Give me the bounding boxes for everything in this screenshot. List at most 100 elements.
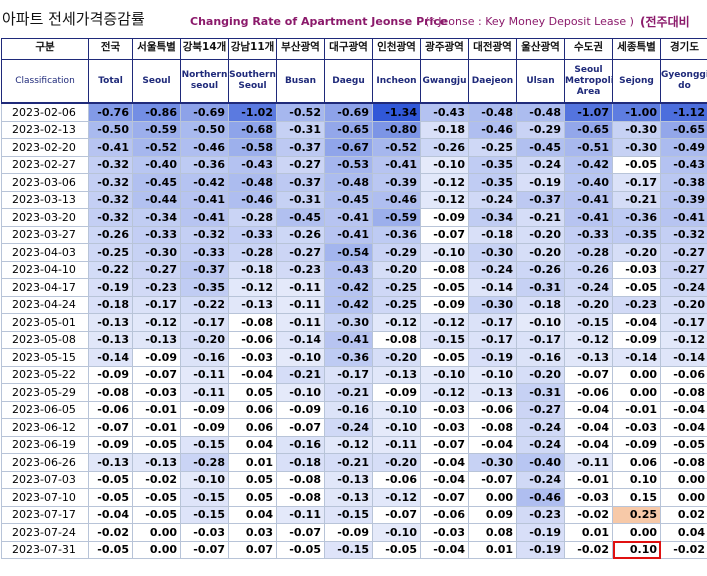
row-date: 2023-07-03	[1, 470, 89, 489]
value-cell: -0.24	[468, 260, 517, 279]
value-cell: -0.04	[420, 540, 469, 559]
value-cell: -0.18	[88, 295, 133, 314]
value-cell: -0.07	[468, 470, 517, 489]
value-cell: -0.41	[180, 208, 229, 227]
value-cell: -0.10	[372, 418, 421, 437]
title-english: Changing Rate of Apartment Jeonse Price	[190, 15, 448, 28]
value-cell: -0.49	[660, 138, 707, 157]
column-header-english: Northern seoul	[180, 59, 229, 104]
value-cell: -0.10	[468, 365, 517, 384]
value-cell: -0.23	[132, 278, 181, 297]
value-cell: -0.42	[324, 295, 373, 314]
value-cell: 0.00	[660, 488, 707, 507]
value-cell: -0.69	[324, 102, 373, 122]
column-header-english: Gwangju	[420, 59, 469, 104]
value-cell: -0.06	[228, 330, 277, 349]
value-cell: -0.09	[180, 400, 229, 419]
value-cell: -0.30	[468, 243, 517, 262]
value-cell: 0.05	[228, 488, 277, 507]
row-date: 2023-02-27	[1, 155, 89, 174]
value-cell: -0.35	[468, 155, 517, 174]
value-cell: -0.05	[88, 540, 133, 559]
value-cell: -0.32	[88, 208, 133, 227]
value-cell: -0.11	[180, 365, 229, 384]
value-cell: -0.26	[276, 225, 325, 244]
value-cell: 0.02	[660, 505, 707, 524]
value-cell: -0.30	[132, 243, 181, 262]
value-cell: -0.09	[612, 435, 661, 454]
value-cell: -0.13	[324, 488, 373, 507]
value-cell: -0.24	[564, 278, 613, 297]
value-cell: -0.48	[468, 102, 517, 122]
value-cell: 0.04	[660, 523, 707, 542]
value-cell: -0.65	[324, 120, 373, 139]
value-cell: -0.30	[468, 453, 517, 472]
value-cell: -0.04	[228, 365, 277, 384]
value-cell: -0.09	[324, 523, 373, 542]
value-cell: -0.04	[660, 400, 707, 419]
value-cell: -0.31	[516, 278, 565, 297]
table-body: 2023-02-06 -0.76 -0.86 -0.69 -1.02 -0.52 -0.69…	[1, 102, 707, 559]
value-cell: -0.52	[132, 138, 181, 157]
value-cell: 0.00	[132, 523, 181, 542]
value-cell: -0.46	[180, 138, 229, 157]
value-cell: -0.24	[516, 470, 565, 489]
value-cell: -0.41	[660, 208, 707, 227]
value-cell: -0.03	[228, 348, 277, 367]
title-korean: 아파트 전세가격증감률	[2, 10, 145, 28]
value-cell: -0.52	[372, 138, 421, 157]
table-row: 2023-05-29 -0.08 -0.03 -0.11 0.05 -0.10 -0.21-…	[1, 383, 707, 402]
value-cell: -0.09	[132, 348, 181, 367]
table-row: 2023-04-10 -0.22 -0.27 -0.37 -0.18 -0.23 -0.43…	[1, 260, 707, 279]
value-cell: -0.09	[420, 295, 469, 314]
value-cell: -0.37	[276, 138, 325, 157]
row-date: 2023-02-20	[1, 138, 89, 157]
row-date: 2023-02-06	[1, 102, 89, 122]
table-title: 아파트 전세가격증감률 Changing Rate of Apartment J…	[0, 0, 707, 38]
value-cell: -0.13	[88, 453, 133, 472]
value-cell: 0.01	[564, 523, 613, 542]
value-cell: -0.21	[276, 365, 325, 384]
value-cell: -0.06	[564, 383, 613, 402]
value-cell: -0.20	[372, 453, 421, 472]
value-cell: -0.13	[88, 330, 133, 349]
value-cell: -0.38	[660, 173, 707, 192]
value-cell: -0.15	[180, 505, 229, 524]
value-cell: -0.05	[420, 278, 469, 297]
value-cell: -0.30	[612, 120, 661, 139]
value-cell: 0.01	[468, 540, 517, 559]
value-cell: -0.23	[276, 260, 325, 279]
column-header-korean: 수도권	[564, 38, 613, 60]
value-cell: -0.08	[468, 418, 517, 437]
value-cell: 0.15	[612, 488, 661, 507]
column-header-korean: 울산광역	[516, 38, 565, 60]
value-cell: -0.21	[612, 190, 661, 209]
value-cell: -0.40	[516, 453, 565, 472]
value-cell: -0.12	[372, 488, 421, 507]
column-header-korean: 강남11개	[228, 38, 277, 60]
value-cell: -0.50	[88, 120, 133, 139]
value-cell: -0.24	[660, 278, 707, 297]
value-cell: -1.02	[228, 102, 277, 122]
title-note: (* Jeonse : Key Money Deposit Lease )	[425, 15, 634, 28]
value-cell: -0.76	[88, 102, 133, 122]
value-cell: -0.04	[564, 400, 613, 419]
value-cell: -0.54	[324, 243, 373, 262]
column-header-english: Seoul	[132, 59, 181, 104]
value-cell: -0.32	[88, 190, 133, 209]
value-cell: -0.08	[660, 383, 707, 402]
value-cell: -0.11	[276, 313, 325, 332]
value-cell: -0.10	[180, 470, 229, 489]
value-cell: -0.13	[468, 383, 517, 402]
value-cell: -1.34	[372, 102, 421, 122]
value-cell: 0.05	[228, 470, 277, 489]
row-date: 2023-05-15	[1, 348, 89, 367]
row-date: 2023-07-10	[1, 488, 89, 507]
value-cell: -0.58	[228, 138, 277, 157]
value-cell: -0.25	[88, 243, 133, 262]
value-cell: -0.13	[132, 330, 181, 349]
value-cell: -0.20	[372, 260, 421, 279]
column-header-korean: 인천광역	[372, 38, 421, 60]
value-cell: -0.03	[420, 400, 469, 419]
table-row: 2023-06-19 -0.09 -0.05 -0.15 0.04 -0.16 -0.12-…	[1, 435, 707, 454]
